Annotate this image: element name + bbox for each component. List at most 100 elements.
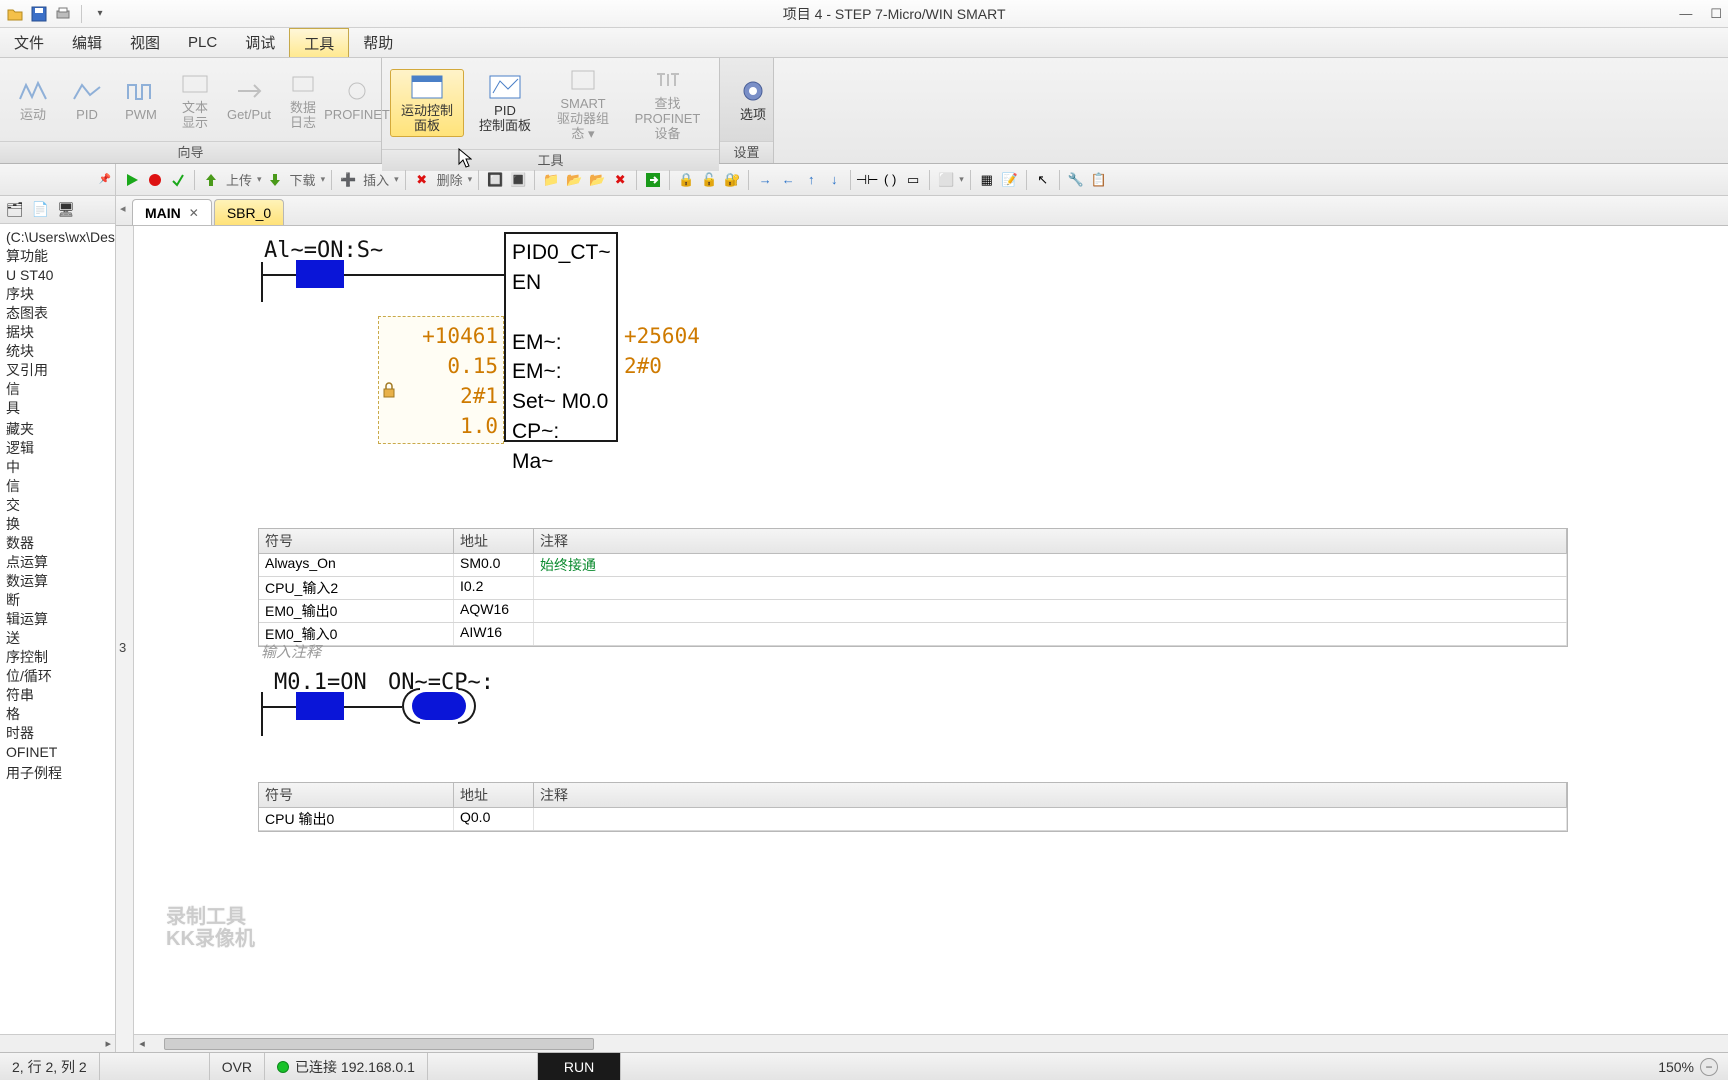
contact-energized[interactable]	[296, 692, 344, 720]
tree-node[interactable]: 统块	[2, 342, 115, 361]
tb-arrow-icon[interactable]: →	[755, 170, 775, 190]
tree-node[interactable]: U ST40	[2, 266, 115, 285]
menu-view[interactable]: 视图	[116, 28, 174, 57]
tab-scroll-left[interactable]: ◂	[120, 202, 126, 215]
ribbon-options[interactable]: 选项	[728, 73, 778, 126]
sidebar-hscroll[interactable]: ▸	[0, 1034, 115, 1052]
network-comment[interactable]: 输入注释	[261, 641, 321, 662]
tree-view-icon[interactable]: 🗂	[6, 201, 24, 218]
ribbon-pwm[interactable]: PWM	[116, 73, 166, 126]
delete-label[interactable]: 删除	[435, 170, 465, 189]
tree-node[interactable]: 点运算	[2, 553, 115, 572]
tb-toggle-icon[interactable]: ⬜	[936, 170, 956, 190]
symbol-table[interactable]: 符号 地址 注释 Always_OnSM0.0始终接通CPU_输入2I0.2EM…	[258, 528, 1568, 647]
col-header-symbol[interactable]: 符号	[259, 783, 454, 807]
tree-node[interactable]: 信	[2, 477, 115, 496]
tree-node[interactable]: OFINET	[2, 743, 115, 762]
col-header-address[interactable]: 地址	[454, 783, 534, 807]
tb-edit-icon[interactable]: 📝	[1000, 170, 1020, 190]
ribbon-profinet[interactable]: PROFINET	[332, 73, 382, 126]
pin-icon[interactable]: 📌	[99, 174, 111, 185]
ribbon-pid-panel[interactable]: PID控制面板	[468, 69, 542, 137]
menu-plc[interactable]: PLC	[174, 28, 231, 57]
download-label[interactable]: 下载	[288, 170, 318, 189]
tree-node[interactable]: 叉引用	[2, 361, 115, 380]
col-header-symbol[interactable]: 符号	[259, 529, 454, 553]
table-row[interactable]: CPU_输入2I0.2	[259, 577, 1567, 600]
tb-wrench-icon[interactable]: 🔧	[1066, 170, 1086, 190]
compile-button[interactable]	[168, 170, 188, 190]
tb-grid-icon[interactable]: ▦	[977, 170, 997, 190]
ribbon-motion[interactable]: 运动	[8, 73, 58, 126]
menu-edit[interactable]: 编辑	[58, 28, 116, 57]
download-arrow-icon[interactable]	[265, 170, 285, 190]
run-button[interactable]	[122, 170, 142, 190]
table-row[interactable]: Always_OnSM0.0始终接通	[259, 554, 1567, 577]
tree-node[interactable]: 送	[2, 629, 115, 648]
menu-tools[interactable]: 工具	[289, 28, 349, 57]
insert-icon[interactable]: ➕	[338, 170, 358, 190]
tb-folder-icon[interactable]: 📁	[541, 170, 561, 190]
tree-node[interactable]: 序块	[2, 285, 115, 304]
tree-node[interactable]: 数器	[2, 534, 115, 553]
scroll-thumb[interactable]	[164, 1038, 594, 1050]
menu-file[interactable]: 文件	[0, 28, 58, 57]
table-row[interactable]: CPU 输出0 Q0.0	[259, 808, 1567, 831]
minimize-button[interactable]: —	[1679, 6, 1692, 21]
qat-dropdown-icon[interactable]: ▾	[91, 5, 109, 23]
tree-node[interactable]: 中	[2, 458, 115, 477]
tree-path[interactable]: (C:\Users\wx\Deskt…	[2, 228, 115, 247]
print-icon[interactable]	[54, 5, 72, 23]
upload-arrow-icon[interactable]	[201, 170, 221, 190]
tb-clipboard-icon[interactable]: 📋	[1089, 170, 1109, 190]
coil-energized[interactable]	[402, 688, 476, 724]
tree-node[interactable]: 符串	[2, 686, 115, 705]
open-icon[interactable]	[6, 5, 24, 23]
tree-node[interactable]: 辑运算	[2, 610, 115, 629]
ribbon-find-profinet[interactable]: 查找PROFINET 设备	[624, 62, 711, 145]
tb-arrow-icon[interactable]: ↓	[824, 170, 844, 190]
tab-main[interactable]: MAIN✕	[132, 199, 212, 225]
tb-icon[interactable]: 🔳	[508, 170, 528, 190]
tb-close-icon[interactable]: ✖	[610, 170, 630, 190]
symbol-table[interactable]: 符号 地址 注释 CPU 输出0 Q0.0	[258, 782, 1568, 832]
tree-node[interactable]: 据块	[2, 323, 115, 342]
zoom-out-button[interactable]: −	[1700, 1058, 1718, 1076]
stop-button[interactable]	[145, 170, 165, 190]
ribbon-textdisplay[interactable]: 文本显示	[170, 66, 220, 134]
tb-go-icon[interactable]	[643, 170, 663, 190]
tb-pointer-icon[interactable]: ↖	[1033, 170, 1053, 190]
tree-content[interactable]: (C:\Users\wx\Deskt… 算功能U ST40序块态图表据块统块叉引…	[0, 224, 115, 783]
table-row[interactable]: EM0_输出0AQW16	[259, 600, 1567, 623]
list-view-icon[interactable]: 📄	[32, 201, 49, 218]
save-icon[interactable]	[30, 5, 48, 23]
tree-node[interactable]: 逻辑	[2, 439, 115, 458]
tree-node[interactable]: 算功能	[2, 247, 115, 266]
tb-lock-icon[interactable]: 🔐	[722, 170, 742, 190]
tb-folder-icon[interactable]: 📂	[564, 170, 584, 190]
tb-arrow-icon[interactable]: ←	[778, 170, 798, 190]
tb-lock-icon[interactable]: 🔒	[676, 170, 696, 190]
ribbon-getput[interactable]: Get/Put	[224, 73, 274, 126]
tree-node[interactable]: 交	[2, 496, 115, 515]
tree-node[interactable]: 位/循环	[2, 667, 115, 686]
tb-folder-icon[interactable]: 📂	[587, 170, 607, 190]
upload-label[interactable]: 上传	[224, 170, 254, 189]
function-block-pid[interactable]: PID0_CT~ EN EM~: EM~: Set~ M0.0 CP~: Ma~	[504, 232, 618, 442]
ribbon-smart-drive[interactable]: SMART驱动器组态 ▾	[546, 62, 620, 145]
ribbon-datalog[interactable]: 数据日志	[278, 66, 328, 134]
tb-contact-icon[interactable]: ⊣⊢	[857, 170, 877, 190]
menu-debug[interactable]: 调试	[231, 28, 289, 57]
table-row[interactable]: EM0_输入0AIW16	[259, 623, 1567, 646]
canvas-hscroll[interactable]: ◂	[134, 1034, 1728, 1052]
tb-coil-icon[interactable]: ( )	[880, 170, 900, 190]
delete-icon[interactable]: ✖	[412, 170, 432, 190]
tb-icon[interactable]: 🔲	[485, 170, 505, 190]
col-header-comment[interactable]: 注释	[534, 529, 1567, 553]
maximize-button[interactable]: ☐	[1710, 6, 1722, 22]
ladder-canvas[interactable]: 3 Al~=ON:S~ PID0_CT~ EN EM~: EM~: Set~ M…	[116, 226, 1728, 1052]
col-header-comment[interactable]: 注释	[534, 783, 1567, 807]
insert-label[interactable]: 插入	[361, 170, 391, 189]
tb-arrow-icon[interactable]: ↑	[801, 170, 821, 190]
tb-box-icon[interactable]: ▭	[903, 170, 923, 190]
